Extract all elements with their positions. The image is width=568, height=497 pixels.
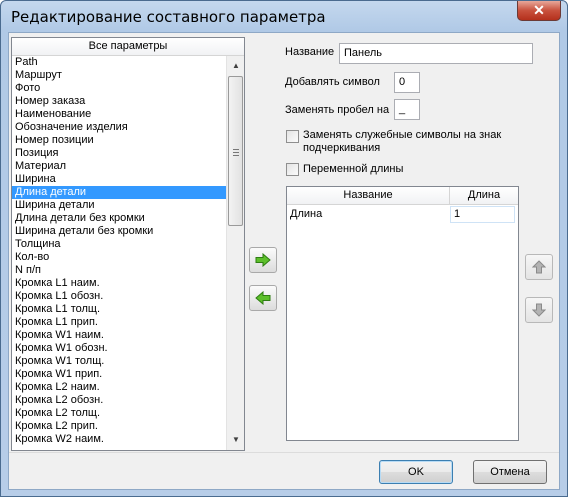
name-field[interactable]: Панель	[339, 43, 533, 64]
replace-special-checkbox-row[interactable]: Заменять служебные символы на знак подче…	[286, 129, 501, 155]
list-item[interactable]: Материал	[12, 160, 226, 173]
list-item[interactable]: Длина детали	[12, 186, 226, 199]
all-params-list: Все параметры Path Маршрут Фото Номер заказ…	[11, 37, 245, 451]
list-item[interactable]: Кромка L2 толщ.	[12, 407, 226, 420]
list-item[interactable]: Ширина детали	[12, 199, 226, 212]
scroll-up-icon[interactable]: ▲	[228, 58, 244, 74]
add-param-button[interactable]	[249, 247, 277, 273]
list-item[interactable]: Номер позиции	[12, 134, 226, 147]
list-item[interactable]: Кромка W2 наим.	[12, 433, 226, 446]
arrow-up-gray-icon	[532, 260, 546, 274]
cell-length-input[interactable]: 1	[450, 206, 515, 223]
list-item[interactable]: Кромка L2 прип.	[12, 420, 226, 433]
list-item[interactable]: Кромка L1 прип.	[12, 316, 226, 329]
replace-special-label-line2: подчеркивания	[303, 142, 381, 154]
list-item[interactable]: N п/п	[12, 264, 226, 277]
add-symbol-label: Добавлять символ	[285, 76, 380, 88]
window-title: Редактирование составного параметра	[11, 8, 326, 26]
list-item[interactable]: Кол-во	[12, 251, 226, 264]
list-item[interactable]: Длина детали без кромки	[12, 212, 226, 225]
list-item[interactable]: Кромка L1 наим.	[12, 277, 226, 290]
scroll-thumb[interactable]	[228, 76, 243, 226]
replace-special-label-line1: Заменять служебные символы на знак	[303, 129, 502, 141]
title-bar[interactable]: Редактирование составного параметра ✕	[1, 1, 567, 31]
list-item[interactable]: Кромка L1 обозн.	[12, 290, 226, 303]
list-item[interactable]: Кромка W1 прип.	[12, 368, 226, 381]
list-item[interactable]: Кромка W1 наим.	[12, 329, 226, 342]
replace-special-checkbox[interactable]	[286, 130, 299, 143]
list-item[interactable]: Обозначение изделия	[12, 121, 226, 134]
list-item[interactable]: Фото	[12, 82, 226, 95]
ok-button[interactable]: OK	[379, 460, 453, 484]
list-item[interactable]: Толщина	[12, 238, 226, 251]
add-symbol-field[interactable]: 0	[394, 72, 420, 93]
replace-space-label: Заменять пробел на	[285, 104, 390, 116]
variable-length-checkbox[interactable]	[286, 163, 299, 176]
list-item[interactable]: Кромка L2 обозн.	[12, 394, 226, 407]
list-item[interactable]: Ширина	[12, 173, 226, 186]
name-label: Название	[285, 46, 335, 58]
replace-special-label: Заменять служебные символы на знак подче…	[303, 129, 501, 155]
scroll-down-icon[interactable]: ▼	[228, 432, 244, 448]
dialog-window: Редактирование составного параметра ✕ Вс…	[0, 0, 568, 497]
remove-param-button[interactable]	[249, 285, 277, 311]
arrow-down-gray-icon	[532, 303, 546, 317]
move-down-button[interactable]	[525, 297, 553, 323]
column-header-name[interactable]: Название	[287, 187, 450, 204]
list-item[interactable]: Номер заказа	[12, 95, 226, 108]
variable-length-checkbox-row[interactable]: Переменной длины	[286, 163, 403, 176]
dialog-client-area: Все параметры Path Маршрут Фото Номер заказ…	[8, 32, 560, 490]
list-item[interactable]: Ширина детали без кромки	[12, 225, 226, 238]
move-up-button[interactable]	[525, 254, 553, 280]
list-item[interactable]: Кромка W1 толщ.	[12, 355, 226, 368]
list-item[interactable]: Позиция	[12, 147, 226, 160]
list-body: Path Маршрут Фото Номер заказа Наименование О…	[12, 56, 226, 450]
close-button[interactable]: ✕	[517, 1, 561, 21]
list-item[interactable]: Маршрут	[12, 69, 226, 82]
arrow-right-green-icon	[255, 253, 271, 267]
replace-space-field[interactable]: _	[394, 99, 420, 120]
list-item[interactable]: Наименование	[12, 108, 226, 121]
parts-table: Название Длина Длина 1	[286, 186, 519, 441]
button-bar: OK Отмена	[9, 452, 559, 490]
cell-name: Длина	[290, 208, 323, 220]
list-item[interactable]: Кромка L1 толщ.	[12, 303, 226, 316]
variable-length-label: Переменной длины	[303, 163, 404, 175]
arrow-left-green-icon	[255, 291, 271, 305]
list-header: Все параметры	[12, 38, 244, 56]
vertical-scrollbar[interactable]: ▲ ▼	[226, 56, 244, 450]
cancel-button[interactable]: Отмена	[473, 460, 547, 484]
column-header-length[interactable]: Длина	[450, 187, 518, 204]
list-item[interactable]: Path	[12, 56, 226, 69]
grip-icon	[233, 149, 239, 156]
list-item[interactable]: Кромка W1 обозн.	[12, 342, 226, 355]
list-item[interactable]: Кромка L2 наим.	[12, 381, 226, 394]
table-row[interactable]: Длина 1	[287, 206, 518, 223]
table-header: Название Длина	[287, 187, 518, 205]
